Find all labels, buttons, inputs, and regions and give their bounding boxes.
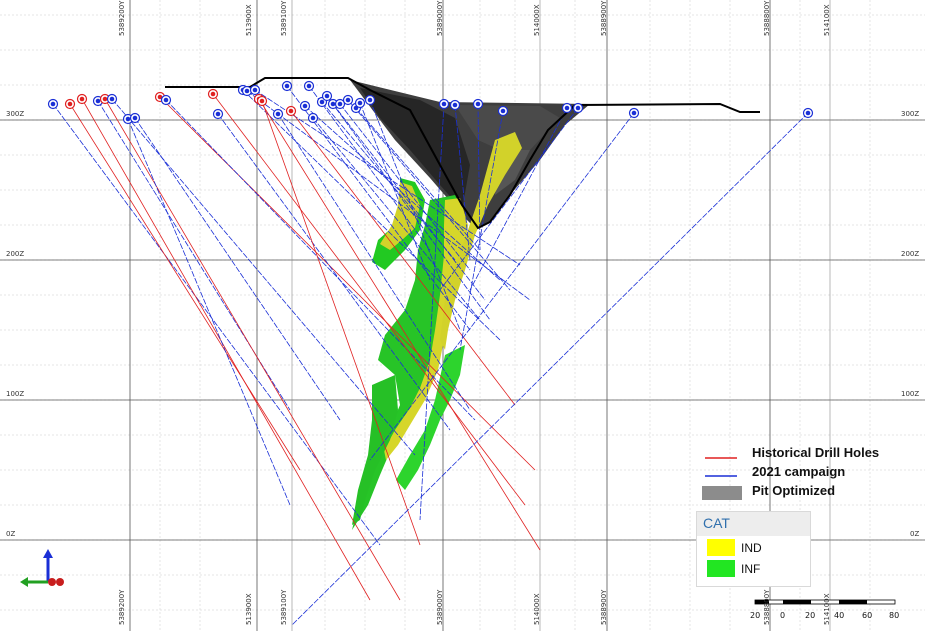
drill-collar-dot — [275, 111, 281, 117]
cat-legend-panel: CAT IND INF — [696, 511, 811, 587]
scale-tick-label: 0 — [780, 611, 786, 620]
drill-collar-dot — [330, 101, 336, 107]
drill-collar-dot — [244, 88, 250, 94]
drill-collar-dot — [259, 98, 265, 104]
legend-campaign-label: 2021 campaign — [752, 464, 846, 479]
inf-label: INF — [741, 562, 761, 576]
top-label: 514100X — [823, 4, 831, 36]
elevation-label-left: 100Z — [6, 390, 25, 398]
drill-collar-dot — [79, 96, 85, 102]
bottom-label: 5389100Y — [280, 589, 288, 625]
drill-hole-trace — [69, 103, 301, 471]
top-label: 5389200Y — [118, 0, 126, 36]
drill-collar-dot — [575, 105, 581, 111]
drill-collar-dot — [631, 110, 637, 116]
drill-collar-dot — [132, 115, 138, 121]
drill-collar-dot — [475, 101, 481, 107]
elevation-label-right: 0Z — [910, 530, 920, 538]
drill-collar-dot — [805, 110, 811, 116]
top-label: 5389000Y — [436, 0, 444, 36]
elevation-label-right: 200Z — [901, 250, 920, 258]
drill-collar-dot — [284, 83, 290, 89]
elevation-label-right: 300Z — [901, 110, 920, 118]
ind-label: IND — [741, 541, 762, 555]
drill-hole-trace — [127, 118, 291, 506]
bottom-label: 5389200Y — [118, 589, 126, 625]
drill-collar-dot — [319, 99, 325, 105]
drill-collar-dot — [441, 101, 447, 107]
bottom-label: 514000X — [533, 593, 541, 625]
drill-collar-dot — [252, 87, 258, 93]
drill-collar-dot — [345, 97, 351, 103]
elevation-label-right: 100Z — [901, 390, 920, 398]
legend-lines — [702, 457, 742, 500]
drill-collar-dot — [357, 100, 363, 106]
drill-collar-dot — [163, 97, 169, 103]
scale-tick-label: 20 — [805, 611, 816, 620]
top-label: 5388800Y — [763, 0, 771, 36]
drill-collar-dot — [95, 98, 101, 104]
cat-legend-title: CAT — [703, 515, 730, 531]
scale-tick-label: 40 — [834, 611, 845, 620]
scale-tick-label: 20 — [750, 611, 761, 620]
axis-triad — [20, 549, 64, 587]
bottom-label: 5388900Y — [600, 589, 608, 625]
drill-collar-dot — [367, 97, 373, 103]
top-label: 514000X — [533, 4, 541, 36]
drill-collar-dot — [109, 96, 115, 102]
drill-collar-dot — [215, 111, 221, 117]
drill-collar-dot — [310, 115, 316, 121]
bottom-label: 513900X — [245, 593, 253, 625]
drill-collar-dot — [324, 93, 330, 99]
drill-collar-dot — [302, 103, 308, 109]
elevation-label-left: 200Z — [6, 250, 25, 258]
top-label: 5389100Y — [280, 0, 288, 36]
drill-hole-trace — [81, 98, 371, 601]
drill-collar-dot — [337, 101, 343, 107]
elevation-label-left: 300Z — [6, 110, 25, 118]
drill-collar-dot — [452, 102, 458, 108]
drill-collar-dot — [125, 116, 131, 122]
drill-hole-trace — [52, 103, 381, 546]
drill-collar-dot — [102, 96, 108, 102]
drill-hole-trace — [104, 98, 401, 601]
scale-tick-label: 80 — [889, 611, 900, 620]
drill-collar-dot — [564, 105, 570, 111]
inf-swatch — [707, 560, 735, 577]
legend-historical-label: Historical Drill Holes — [752, 445, 880, 460]
cat-legend-header: CAT — [697, 512, 810, 536]
drill-hole-trace — [134, 117, 341, 421]
bottom-label: 5389000Y — [436, 589, 444, 625]
legend-pit-label: Pit Optimized — [752, 483, 836, 498]
scale-tick-label: 60 — [862, 611, 873, 620]
bottom-label: 5388800Y — [763, 589, 771, 625]
top-label: 513900X — [245, 4, 253, 36]
drill-collar-dot — [67, 101, 73, 107]
elevation-label-left: 0Z — [6, 530, 16, 538]
drill-collar-dot — [210, 91, 216, 97]
drill-collar-dot — [306, 83, 312, 89]
drill-collar-dot — [50, 101, 56, 107]
drill-collar-dot — [288, 108, 294, 114]
bottom-label: 514100X — [823, 593, 831, 625]
drill-collar-dot — [500, 108, 506, 114]
top-label: 5388900Y — [600, 0, 608, 36]
ind-swatch — [707, 539, 735, 556]
